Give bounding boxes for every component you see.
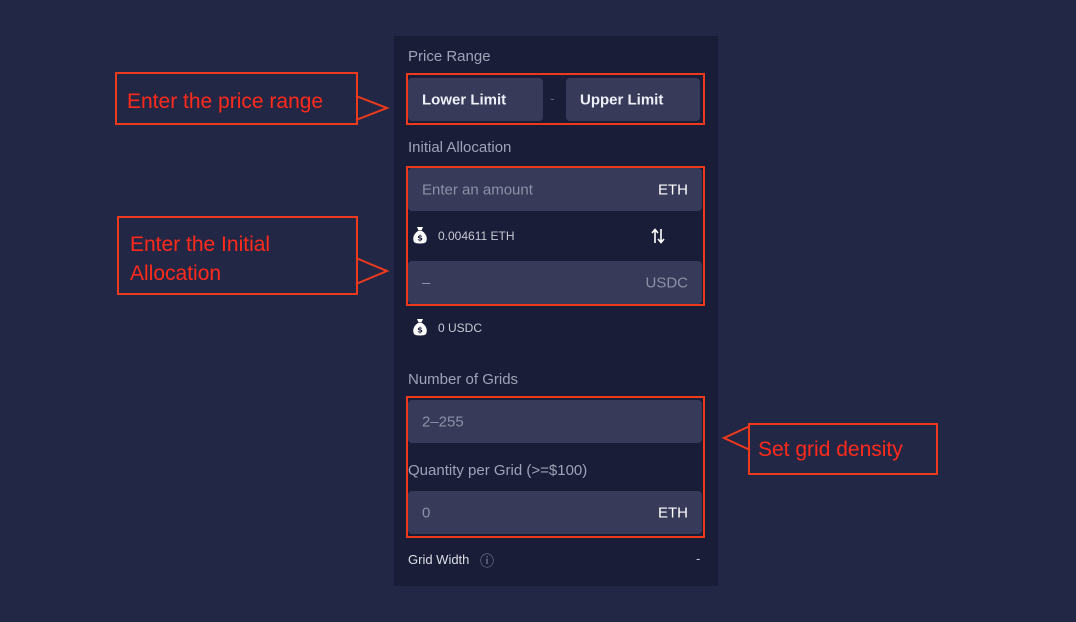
callout-grid-density-text: Set grid density (758, 438, 903, 461)
callout-grid-density: Set grid density (748, 423, 938, 475)
callout-price-range: Enter the price range (115, 72, 358, 125)
callout-initial-allocation-line2: Allocation (130, 262, 222, 285)
callout-initial-allocation: Enter the Initial Allocation (117, 216, 358, 295)
callout-initial-allocation-line1: Enter the Initial (130, 233, 271, 256)
callout-price-range-text: Enter the price range (127, 90, 324, 113)
